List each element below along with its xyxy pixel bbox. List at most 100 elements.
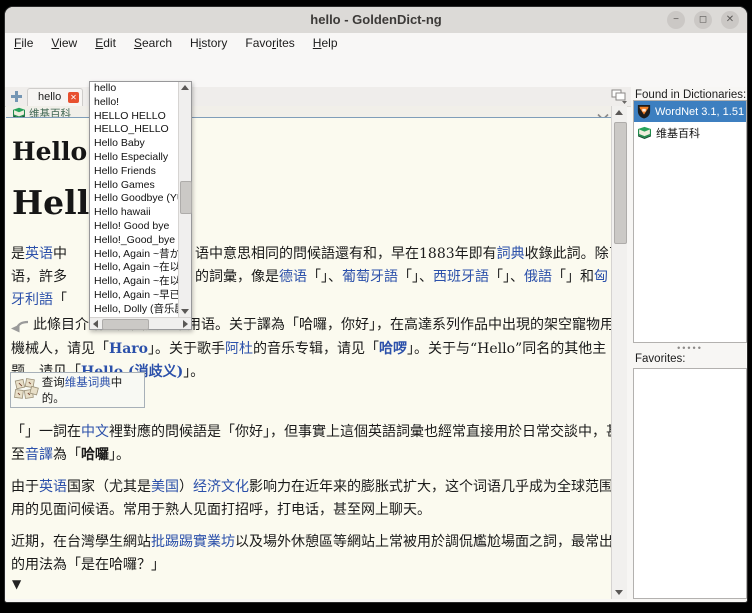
- scrollbar-thumb[interactable]: [614, 122, 627, 244]
- scroll-left-button[interactable]: [93, 320, 98, 328]
- popup-horizontal-scrollbar[interactable]: [90, 317, 191, 329]
- wiktionary-box-text: 查询维基词典中的。: [42, 374, 144, 406]
- suggestion-item[interactable]: HELLO HELLO: [90, 110, 178, 124]
- article-text: 是: [11, 246, 25, 262]
- article-link[interactable]: 维基词典: [65, 375, 111, 389]
- article-text: ）: [179, 479, 193, 495]
- article-text: 「」、: [489, 269, 524, 285]
- article-end-marker: ▼: [12, 577, 21, 591]
- suggestion-item[interactable]: HELLO_HELLO: [90, 123, 178, 137]
- suggestion-item[interactable]: Hello, Again ~在以前的某: [90, 261, 178, 275]
- content-scrollbar[interactable]: [611, 106, 627, 599]
- scroll-down-button[interactable]: [181, 309, 189, 314]
- menu-item-view[interactable]: View: [42, 33, 86, 50]
- article-link[interactable]: 阿杜: [225, 341, 253, 357]
- suggestion-item[interactable]: Hello Games: [90, 179, 178, 193]
- article-text: 」。关于与“Hello”同名的其他主: [407, 341, 606, 357]
- suggestion-item[interactable]: Hello! Good bye: [90, 220, 178, 234]
- article-link[interactable]: 经济文化: [193, 479, 249, 495]
- article-link[interactable]: 英语: [25, 246, 53, 262]
- suggestion-item[interactable]: hello: [90, 82, 178, 96]
- suggestion-item[interactable]: Hello Goodbye (YUKI的單: [90, 192, 178, 206]
- splitter-handle[interactable]: •••••: [633, 344, 747, 352]
- article-link[interactable]: 牙利語: [11, 292, 53, 308]
- menu-item-file[interactable]: File: [5, 33, 42, 50]
- dictionary-item-wordnet[interactable]: WordNet 3.1, 1.51: [634, 101, 746, 122]
- article-link[interactable]: 匈: [594, 269, 608, 285]
- article-link[interactable]: 英语: [39, 479, 67, 495]
- article-line: 至音譯為「哈囉」。: [11, 444, 611, 467]
- minimize-button[interactable]: −: [667, 11, 685, 29]
- suggestion-item[interactable]: Hello Baby: [90, 137, 178, 151]
- article-text: 哈囉: [81, 447, 109, 463]
- article-heading-small: Hello: [12, 137, 87, 166]
- article-link[interactable]: 哈啰: [379, 341, 407, 357]
- article-link[interactable]: 中文: [81, 424, 109, 440]
- paragraph-english-influence: 由于英语国家（尤其是美国）经济文化影响力在近年来的膨胀式扩大，这个词语几乎成为全…: [11, 476, 611, 521]
- article-link[interactable]: 批踢踢實業坊: [151, 534, 235, 550]
- window-title: hello - GoldenDict-ng: [5, 12, 747, 27]
- menu-item-favorites[interactable]: Favorites: [236, 33, 303, 50]
- article-text: 」。: [109, 447, 130, 463]
- article-text: 影响力在近年来的膨胀式扩大，这个词语几乎成为全球范围通: [249, 479, 611, 495]
- suggestion-item[interactable]: Hello, Again ~在以前的某: [90, 275, 178, 289]
- article-line: 用的见面问候语。常用于熟人见面打招呼，打电话，甚至网上聊天。: [11, 499, 611, 522]
- dictionary-item-label: 维基百科: [656, 125, 700, 141]
- app-window: hello - GoldenDict-ng − ◻ ✕ FileViewEdit…: [4, 6, 748, 603]
- suggestion-item[interactable]: hello!: [90, 96, 178, 110]
- scroll-up-button[interactable]: [181, 85, 189, 90]
- menu-item-history[interactable]: History: [181, 33, 236, 50]
- article-text: 「」一詞在: [11, 424, 81, 440]
- menu-bar: FileViewEditSearchHistoryFavoritesHelp: [5, 33, 747, 53]
- suggestion-item[interactable]: Hello Friends: [90, 165, 178, 179]
- suggestion-item[interactable]: Hello Especially: [90, 151, 178, 165]
- article-text: 的音乐专辑，请见「: [253, 341, 379, 357]
- article-line: 近期，在台灣學生網站批踢踢實業坊以及場外休憩區等網站上常被用於調侃尷尬場面之詞，…: [11, 531, 611, 554]
- article-line: 由于英语国家（尤其是美国）经济文化影响力在近年来的膨胀式扩大，这个词语几乎成为全…: [11, 476, 611, 499]
- article-text: 的用法為「是在哈囉？」: [11, 557, 165, 573]
- article-link[interactable]: Haro: [109, 341, 148, 357]
- menu-item-search[interactable]: Search: [125, 33, 181, 50]
- article-link[interactable]: 葡萄牙語: [342, 269, 398, 285]
- suggestion-item[interactable]: Hello!_Good_bye: [90, 234, 178, 248]
- suggestion-popup: hellohello!HELLO HELLOHELLO_HELLOHello B…: [89, 81, 192, 330]
- article-text: 用的见面问候语。常用于熟人见面打招呼，打电话，甚至网上聊天。: [11, 502, 431, 518]
- article-line: 機械人，请见「Haro」。关于歌手阿杜的音乐专辑，请见「哈啰」。关于与“Hell…: [11, 338, 611, 362]
- favorites-panel[interactable]: [633, 368, 747, 599]
- maximize-button[interactable]: ◻: [694, 11, 712, 29]
- wiktionary-logo: [14, 378, 40, 402]
- suggestion-item[interactable]: Hello, Again ~早已存在的: [90, 289, 178, 303]
- scrollbar-thumb[interactable]: [180, 181, 192, 214]
- article-link[interactable]: 音譯: [25, 447, 53, 463]
- suggestion-item[interactable]: Hello hawaii: [90, 206, 178, 220]
- scroll-up-button[interactable]: [615, 110, 623, 115]
- favorites-label: Favorites:: [635, 353, 686, 365]
- add-tab-button[interactable]: [10, 90, 23, 103]
- article-link[interactable]: 俄語: [524, 269, 552, 285]
- dictionary-item-wikipedia[interactable]: 维基百科: [634, 122, 746, 143]
- menu-item-help[interactable]: Help: [304, 33, 347, 50]
- article-link[interactable]: 美国: [151, 479, 179, 495]
- tab-hello[interactable]: hello ✕: [27, 88, 83, 106]
- article-text: 「」、: [307, 269, 342, 285]
- article-text: 為「: [53, 447, 81, 463]
- article-text: 」。: [183, 364, 204, 380]
- article-text: 查询: [42, 375, 65, 389]
- green-book-icon: [637, 126, 652, 139]
- popup-vertical-scrollbar[interactable]: [178, 82, 191, 317]
- suggestion-item[interactable]: Hello, Dolly (音乐剧): [90, 303, 178, 317]
- article-link[interactable]: 德语: [279, 269, 307, 285]
- article-link[interactable]: 詞典: [497, 246, 525, 262]
- close-button[interactable]: ✕: [721, 11, 739, 29]
- menu-item-edit[interactable]: Edit: [86, 33, 125, 50]
- article-line: 「」一詞在中文裡對應的問候語是「你好」，但事實上這個英語詞彙也經常直接用於日常交…: [11, 421, 611, 444]
- article-text: 的詞彙，像是: [195, 269, 279, 285]
- suggestion-item[interactable]: Hello, Again ~昔からある: [90, 248, 178, 262]
- scroll-down-button[interactable]: [615, 590, 623, 595]
- scrollbar-thumb[interactable]: [102, 319, 149, 330]
- tab-close-button[interactable]: ✕: [68, 92, 79, 103]
- paragraph-chinese-greeting: 「」一詞在中文裡對應的問候語是「你好」，但事實上這個英語詞彙也經常直接用於日常交…: [11, 421, 611, 466]
- scroll-right-button[interactable]: [183, 320, 188, 328]
- dictionary-item-label: WordNet 3.1, 1.51: [655, 106, 744, 118]
- article-link[interactable]: 西班牙語: [433, 269, 489, 285]
